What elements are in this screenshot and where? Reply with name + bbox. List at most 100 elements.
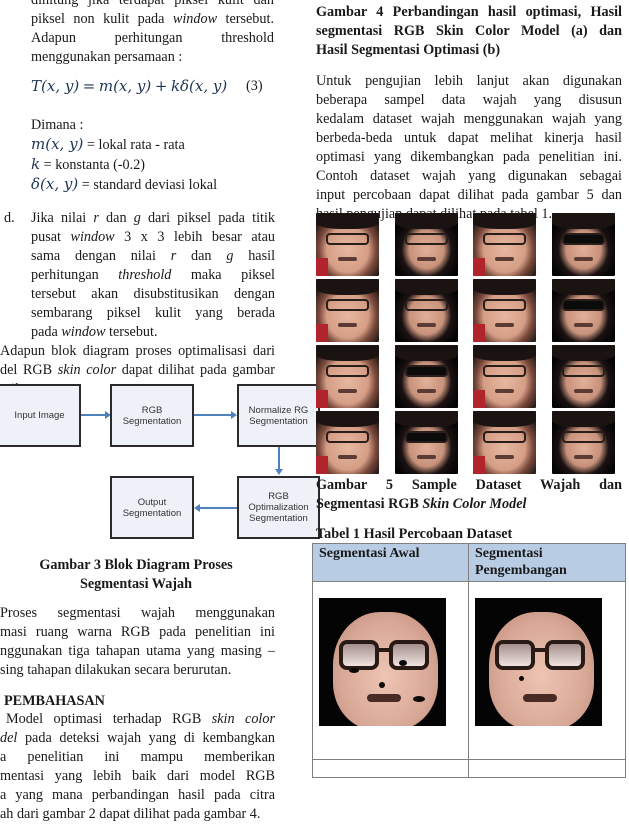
text-line: kedalam dataset wajah menggunakan wajah … (316, 111, 622, 127)
dataset-face-segmented (395, 279, 458, 342)
discussion-paragraph: Model optimasi terhadap RGB skin color d… (0, 710, 275, 824)
definition-delta: δ(x, y) = standard deviasi lokal (31, 175, 281, 195)
definition-m: m(x, y) = lokal rata - rata (31, 135, 281, 155)
caption-line: segmentasi RGB Skin Color Model (a) dan (316, 23, 622, 39)
list-marker: d. (4, 210, 15, 226)
arrow-normalize-to-optimization (278, 447, 280, 471)
table-1: Segmentasi Awal Segmentasi Pengembangan (312, 543, 626, 778)
text-line: berbeda-beda untuk dapat melihat kinerja… (316, 130, 622, 146)
threshold-paragraph: dihitung jika terdapat piksel kulit dan … (31, 0, 274, 67)
table-row (312, 581, 626, 760)
table-row (312, 759, 626, 778)
caption-line: Hasil Segmentasi Optimasi (b) (316, 42, 501, 58)
definitions: Dimana : m(x, y) = lokal rata - rata k =… (31, 116, 281, 195)
text-line: masi ruang warna RGB pada penelitian ini (0, 624, 275, 640)
header-segmentasi-awal: Segmentasi Awal (312, 543, 469, 582)
text-line: tersebut akan disubstitusikan dengan (31, 286, 275, 302)
symbol-m: m(x, y) (31, 135, 84, 153)
text-line: menggunakan persamaan : (31, 49, 183, 65)
text-line: piksel non kulit pada window tersebut. (31, 11, 274, 27)
text-line: Proses segmentasi wajah menggunakan (0, 605, 275, 621)
caption-line: Segmentasi RGB Skin Color Model (316, 495, 622, 514)
dataset-paragraph: Untuk pengujian lebih lanjut akan diguna… (316, 72, 622, 224)
text-line: sembarang piksel kulit yang berada (31, 305, 275, 321)
text-line: del RGB skin color dapat dilihat pada ga… (0, 362, 275, 378)
text-line: mentasi yang lebih baik dari model RGB (0, 768, 275, 784)
dataset-face-segmented (395, 411, 458, 474)
dataset-face-original (473, 345, 536, 408)
figure-5-caption: Gambar 5 Sample Dataset Wajah dan Segmen… (316, 476, 622, 514)
text-line: Adapun perhitungan threshold (31, 30, 274, 46)
block-diagram: Input Image RGB Segmentation Normalize RG… (0, 383, 320, 539)
text-line: optimasi yang dikembangkan pada peneliti… (316, 149, 622, 165)
table-cell (312, 759, 469, 778)
table-header-row: Segmentasi Awal Segmentasi Pengembangan (312, 543, 626, 582)
definition-text: = konstanta (-0.2) (40, 157, 146, 173)
right-column: Gambar 4 Perbandingan hasil optimasi, Ha… (312, 0, 626, 840)
box-output-segmentation: Output Segmentation (110, 476, 194, 539)
eq-lhs: T(x, y) (31, 77, 80, 95)
dataset-face-original (473, 213, 536, 276)
text-line: Contoh dataset wajah yang digunakan seba… (316, 168, 622, 184)
box-rgb-segmentation: RGB Segmentation (110, 384, 194, 447)
dataset-face-original (316, 345, 379, 408)
box-label: Segmentation (122, 415, 182, 427)
eq-term2: kδ(x, y) (170, 77, 228, 95)
dataset-face-segmented (552, 411, 615, 474)
eq-plus: + (154, 77, 168, 95)
text-line: Model optimasi terhadap RGB skin color (6, 711, 275, 727)
box-label: Normalize RG (248, 404, 309, 416)
dataset-face-original (316, 279, 379, 342)
arrow-optimization-to-output (198, 507, 237, 509)
text-line: pada window tersebut. (31, 324, 158, 340)
cell-initial-segmentation (312, 581, 469, 760)
initial-segmentation-image (319, 598, 446, 726)
process-paragraph: Proses segmentasi wajah menggunakan masi… (0, 604, 275, 680)
box-normalize-rg-segmentation: Normalize RG Segmentation (237, 384, 320, 447)
equation-3: T(x, y) = m(x, y) + kδ(x, y) (3) (31, 77, 271, 99)
symbol-delta: δ(x, y) (31, 175, 79, 193)
improved-segmentation-image (475, 598, 602, 726)
text-line: sing tahapan dilakukan secara berurutan. (0, 662, 232, 678)
arrow-input-to-rgb (81, 414, 108, 416)
dataset-face-segmented (552, 213, 615, 276)
left-column: dihitung jika terdapat piksel kulit dan … (0, 0, 320, 840)
definition-text: = standard deviasi lokal (78, 177, 218, 193)
dataset-face-segmented (552, 279, 615, 342)
text-line: pusat window 3 x 3 lebih besar atau (31, 229, 275, 245)
text-line: ah dari gambar 2 dapat dilihat pada gamb… (0, 806, 261, 822)
caption-line: Gambar 5 Sample Dataset Wajah dan (316, 477, 622, 493)
where-label: Dimana : (31, 117, 84, 133)
box-label: RGB (268, 491, 289, 502)
box-input-image: Input Image (0, 384, 81, 447)
text-line: Untuk pengujian lebih lanjut akan diguna… (316, 73, 622, 89)
arrowhead (275, 469, 283, 475)
text-line: Jika nilai r dan g dari piksel pada titi… (31, 210, 275, 226)
sample-dataset-grid (316, 213, 622, 477)
text-line: input percobaan dapat dilihat pada gamba… (316, 187, 622, 203)
text-line: a yang mana perbandingan hasil pada citr… (0, 787, 275, 803)
text-line: dihitung jika terdapat piksel kulit dan (31, 0, 274, 8)
box-label: RGB (141, 404, 163, 416)
definition-text: = lokal rata - rata (83, 137, 185, 153)
caption-italic: Skin Color Model (422, 496, 527, 512)
table-cell (468, 759, 626, 778)
eq-equals: = (82, 77, 96, 95)
box-rgb-optimalization-segmentation: RGB Optimalization Segmentation (237, 476, 320, 539)
box-label: Output (137, 496, 167, 508)
dataset-face-segmented (395, 213, 458, 276)
text-line: perhitungan threshold maka piksel (31, 267, 275, 283)
text-line: nggunakan tiga tahapan utama yang masing… (0, 643, 275, 659)
section-heading-pembahasan: PEMBAHASAN (4, 693, 105, 709)
caption-line: Gambar 3 Blok Diagram Proses (39, 557, 233, 573)
box-label: Segmentation (249, 513, 308, 524)
text-line: a penelitian ini mampu memberikan (0, 749, 275, 765)
caption-line: Gambar 4 Perbandingan hasil optimasi, Ha… (316, 4, 622, 20)
arrowhead (194, 504, 200, 512)
caption-line: Segmentasi Wajah (79, 576, 193, 592)
symbol-k: k (31, 155, 41, 173)
equation-number: (3) (246, 78, 263, 94)
header-segmentasi-pengembangan: Segmentasi Pengembangan (468, 543, 626, 582)
dataset-face-original (473, 411, 536, 474)
dataset-face-original (473, 279, 536, 342)
